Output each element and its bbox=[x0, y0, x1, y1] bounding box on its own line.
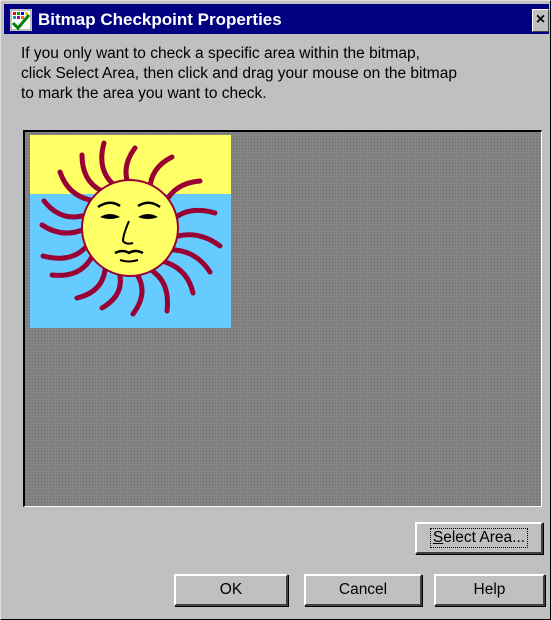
bitmap-checkpoint-icon bbox=[10, 9, 32, 31]
close-icon: × bbox=[535, 11, 546, 28]
sun-face-image[interactable] bbox=[30, 135, 231, 328]
instructions-line-1: If you only want to check a specific are… bbox=[21, 45, 420, 62]
instructions-line-2: click Select Area, then click and drag y… bbox=[21, 65, 457, 82]
cancel-button[interactable]: Cancel bbox=[304, 574, 422, 606]
bitmap-viewer[interactable] bbox=[23, 130, 542, 507]
select-area-label-rest: elect Area... bbox=[443, 529, 526, 546]
ok-button[interactable]: OK bbox=[174, 574, 288, 606]
help-label: Help bbox=[473, 581, 506, 598]
title-bar[interactable]: Bitmap Checkpoint Properties × bbox=[4, 4, 549, 34]
instructions-line-3: to mark the area you want to check. bbox=[21, 85, 267, 102]
close-button[interactable]: × bbox=[532, 9, 549, 32]
dialog-title: Bitmap Checkpoint Properties bbox=[38, 10, 282, 29]
select-area-mnemonic: S bbox=[432, 529, 444, 546]
help-button[interactable]: Help bbox=[434, 574, 545, 606]
instructions-text: If you only want to check a specific are… bbox=[21, 44, 536, 104]
cancel-label: Cancel bbox=[338, 581, 388, 598]
select-area-label: Select Area... bbox=[429, 528, 529, 548]
select-area-button[interactable]: Select Area... bbox=[415, 522, 543, 554]
dialog-window: Bitmap Checkpoint Properties × If you on… bbox=[0, 0, 551, 620]
ok-label: OK bbox=[219, 581, 243, 598]
